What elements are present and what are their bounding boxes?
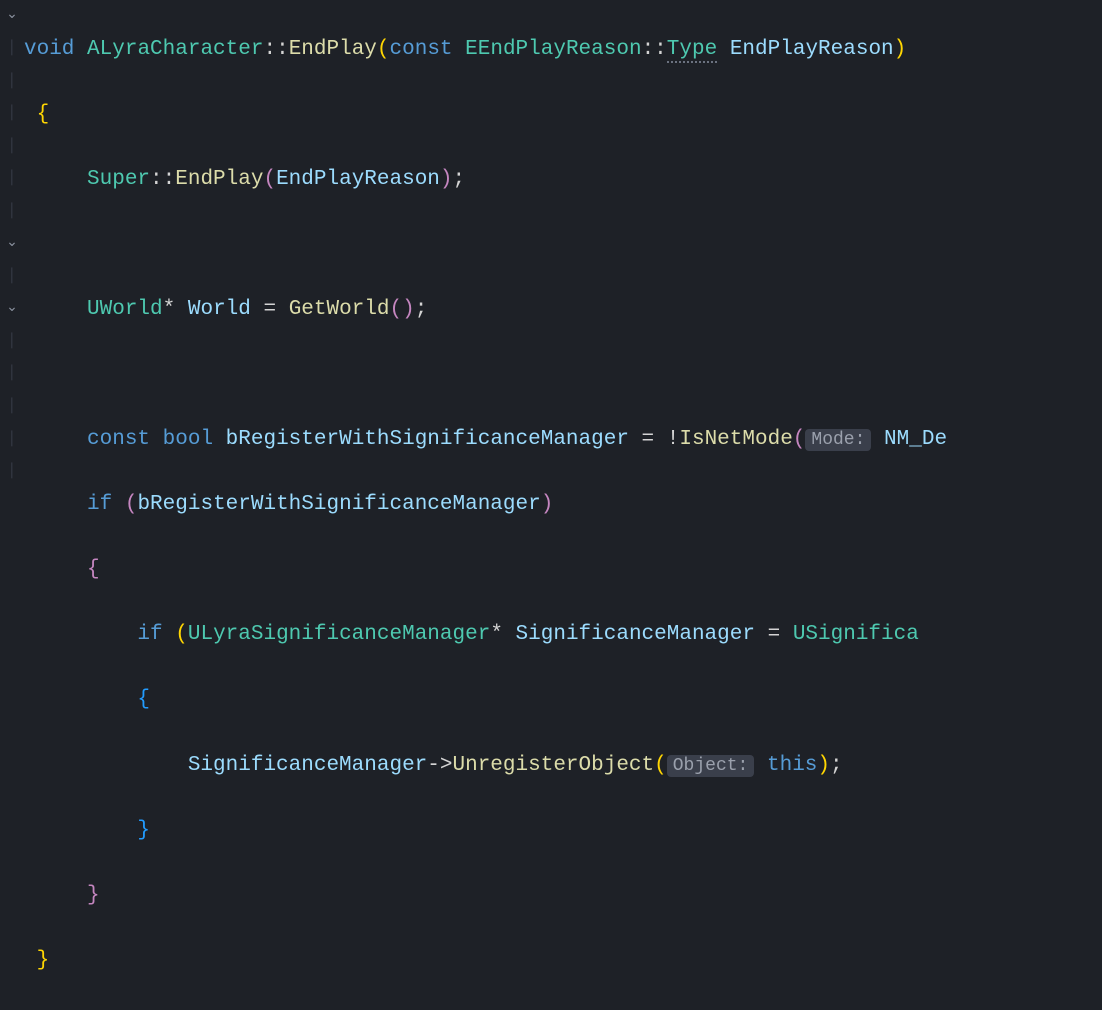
indent-guide: │ — [8, 461, 16, 483]
code-line[interactable] — [24, 229, 947, 262]
type-name: ULyraSignificanceManager — [188, 623, 490, 646]
keyword-const: const — [390, 38, 453, 61]
function-call: UnregisterObject — [453, 754, 655, 777]
brace-close: } — [37, 949, 50, 972]
inlay-hint: Object: — [667, 755, 755, 777]
keyword-if: if — [137, 623, 162, 646]
scope-operator: :: — [263, 38, 288, 61]
code-line[interactable]: if (ULyraSignificanceManager* Significan… — [24, 619, 947, 652]
paren-open: ( — [390, 298, 403, 321]
semicolon: ; — [453, 168, 466, 191]
code-editor[interactable]: void ALyraCharacter::EndPlay(const EEndP… — [24, 0, 947, 1010]
code-line[interactable]: SignificanceManager->UnregisterObject(Ob… — [24, 750, 947, 783]
paren-open: ( — [793, 428, 806, 451]
indent-guide: │ — [8, 363, 16, 385]
class-name: ALyraCharacter — [87, 38, 263, 61]
code-line[interactable]: } — [24, 815, 947, 848]
keyword-void: void — [24, 38, 74, 61]
function-name: EndPlay — [289, 38, 377, 61]
indent-guide: │ — [8, 331, 16, 353]
scope-operator: :: — [150, 168, 175, 191]
function-call: GetWorld — [289, 298, 390, 321]
code-line[interactable]: { — [24, 554, 947, 587]
semicolon: ; — [830, 754, 843, 777]
paren-open: ( — [175, 623, 188, 646]
argument: NM_De — [884, 428, 947, 451]
arrow-operator: -> — [427, 754, 452, 777]
indent-guide: │ — [8, 38, 16, 60]
function-call: IsNetMode — [679, 428, 792, 451]
indent-guide: │ — [8, 201, 16, 223]
code-line[interactable]: } — [24, 945, 947, 978]
type-member: Type — [667, 38, 717, 63]
keyword-if: if — [87, 493, 112, 516]
semicolon: ; — [415, 298, 428, 321]
variable: World — [188, 298, 251, 321]
variable: bRegisterWithSignificanceManager — [226, 428, 629, 451]
fold-chevron-icon[interactable]: ⌄ — [6, 5, 18, 27]
pointer-star: * — [490, 623, 503, 646]
indent-guide: │ — [8, 266, 16, 288]
pointer-star: * — [163, 298, 176, 321]
class-name: Super — [87, 168, 150, 191]
variable: SignificanceManager — [188, 754, 427, 777]
keyword-bool: bool — [163, 428, 213, 451]
keyword-this: this — [767, 754, 817, 777]
code-line[interactable]: const bool bRegisterWithSignificanceMana… — [24, 424, 947, 457]
indent-guide: │ — [8, 71, 16, 93]
fold-chevron-icon[interactable]: ⌄ — [6, 233, 18, 255]
brace-close: } — [137, 819, 150, 842]
variable: SignificanceManager — [516, 623, 755, 646]
indent-guide: │ — [8, 429, 16, 451]
indent-guide: │ — [8, 136, 16, 158]
paren-close: ) — [541, 493, 554, 516]
type-name: UWorld — [87, 298, 163, 321]
brace-open: { — [37, 103, 50, 126]
variable: bRegisterWithSignificanceManager — [137, 493, 540, 516]
keyword-const: const — [87, 428, 150, 451]
code-line[interactable]: { — [24, 99, 947, 132]
paren-close: ) — [440, 168, 453, 191]
brace-open: { — [87, 558, 100, 581]
paren-close: ) — [817, 754, 830, 777]
equals: = — [768, 623, 781, 646]
fold-chevron-icon[interactable]: ⌄ — [6, 298, 18, 320]
brace-open: { — [137, 688, 150, 711]
code-line[interactable]: UWorld* World = GetWorld(); — [24, 294, 947, 327]
paren-close: ) — [894, 38, 907, 61]
inlay-hint: Mode: — [805, 429, 871, 451]
indent-guide: │ — [8, 396, 16, 418]
paren-open: ( — [377, 38, 390, 61]
scope-operator: :: — [642, 38, 667, 61]
type-name: USignifica — [793, 623, 919, 646]
function-call: EndPlay — [175, 168, 263, 191]
equals: = — [642, 428, 655, 451]
code-line[interactable]: Super::EndPlay(EndPlayReason); — [24, 164, 947, 197]
paren-open: ( — [263, 168, 276, 191]
argument: EndPlayReason — [276, 168, 440, 191]
type-name: EEndPlayReason — [465, 38, 641, 61]
brace-close: } — [87, 884, 100, 907]
parameter: EndPlayReason — [730, 38, 894, 61]
code-line[interactable]: void ALyraCharacter::EndPlay(const EEndP… — [24, 34, 947, 67]
paren-close: ) — [402, 298, 415, 321]
indent-guide: │ — [8, 103, 16, 125]
equals: = — [263, 298, 276, 321]
gutter: ⌄ │ │ │ │ │ │ ⌄ │ ⌄ │ │ │ │ │ — [0, 0, 24, 517]
not-operator: ! — [667, 428, 680, 451]
code-line[interactable] — [24, 359, 947, 392]
paren-open: ( — [125, 493, 138, 516]
indent-guide: │ — [8, 168, 16, 190]
code-line[interactable]: } — [24, 880, 947, 913]
code-line[interactable]: { — [24, 684, 947, 717]
paren-open: ( — [654, 754, 667, 777]
